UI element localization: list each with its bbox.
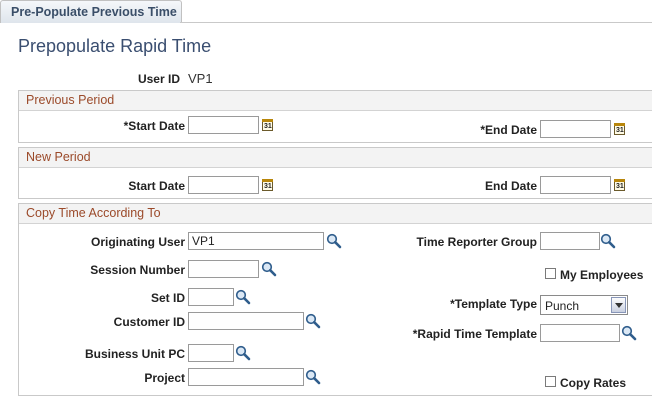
magnifier-icon[interactable]	[600, 233, 616, 249]
previous-period-header: Previous Period	[19, 91, 652, 111]
user-id-value: VP1	[188, 71, 213, 86]
originating-user-label: Originating User	[90, 235, 185, 249]
set-id-label: Set ID	[150, 291, 185, 305]
tab-divider	[180, 22, 652, 23]
new-start-date-input[interactable]	[188, 176, 259, 194]
user-id-label: User ID	[137, 72, 180, 86]
set-id-input[interactable]	[188, 288, 234, 306]
calendar-icon[interactable]: 31	[262, 179, 273, 191]
new-end-date-label: End Date	[484, 179, 537, 193]
magnifier-icon[interactable]	[305, 313, 321, 329]
session-number-label: Session Number	[90, 263, 185, 277]
new-period-header-text: New Period	[26, 150, 91, 164]
magnifier-icon[interactable]	[305, 369, 321, 385]
business-unit-pc-input[interactable]	[188, 344, 234, 362]
customer-id-label: Customer ID	[113, 315, 185, 329]
time-reporter-group-input[interactable]	[540, 232, 600, 250]
previous-end-date-label: *End Date	[480, 123, 537, 137]
project-label: Project	[144, 371, 185, 385]
copy-rates-label: Copy Rates	[560, 376, 627, 390]
previous-end-date-input[interactable]	[540, 120, 611, 138]
my-employees-checkbox[interactable]	[545, 268, 556, 279]
new-period-header: New Period	[19, 148, 652, 168]
new-end-date-input[interactable]	[540, 176, 611, 194]
template-type-label: *Template Type	[450, 297, 537, 311]
copy-time-header: Copy Time According To	[19, 204, 652, 224]
magnifier-icon[interactable]	[261, 261, 277, 277]
template-type-value: Punch	[545, 299, 580, 313]
chevron-down-icon[interactable]	[611, 297, 626, 313]
previous-start-date-input[interactable]	[188, 116, 259, 134]
calendar-icon[interactable]: 31	[262, 119, 273, 131]
calendar-icon[interactable]: 31	[614, 179, 625, 191]
magnifier-icon[interactable]	[621, 325, 637, 341]
previous-start-date-label: *Start Date	[123, 119, 185, 133]
tab-label: Pre-Populate Previous Time	[11, 5, 177, 19]
time-reporter-group-label: Time Reporter Group	[416, 235, 537, 249]
new-start-date-label: Start Date	[128, 179, 185, 193]
page-title: Prepopulate Rapid Time	[18, 36, 212, 56]
calendar-icon-day: 31	[264, 183, 272, 190]
my-employees-label: My Employees	[560, 268, 644, 282]
calendar-icon-day: 31	[616, 183, 624, 190]
customer-id-input[interactable]	[188, 312, 304, 330]
session-number-input[interactable]	[188, 260, 259, 278]
template-type-select[interactable]: Punch	[540, 295, 628, 315]
rapid-time-template-input[interactable]	[540, 324, 620, 342]
magnifier-icon[interactable]	[326, 233, 342, 249]
originating-user-input[interactable]	[188, 232, 324, 250]
project-input[interactable]	[188, 368, 304, 386]
calendar-icon[interactable]: 31	[614, 123, 625, 135]
calendar-icon-day: 31	[616, 127, 624, 134]
rapid-time-template-label: *Rapid Time Template	[412, 327, 537, 341]
calendar-icon-day: 31	[264, 123, 272, 130]
copy-time-header-text: Copy Time According To	[26, 206, 161, 220]
magnifier-icon[interactable]	[235, 289, 251, 305]
tab-pre-populate-previous-time[interactable]: Pre-Populate Previous Time	[0, 0, 182, 23]
copy-rates-checkbox[interactable]	[545, 376, 556, 387]
magnifier-icon[interactable]	[235, 345, 251, 361]
business-unit-pc-label: Business Unit PC	[84, 347, 185, 361]
previous-period-header-text: Previous Period	[26, 93, 115, 107]
